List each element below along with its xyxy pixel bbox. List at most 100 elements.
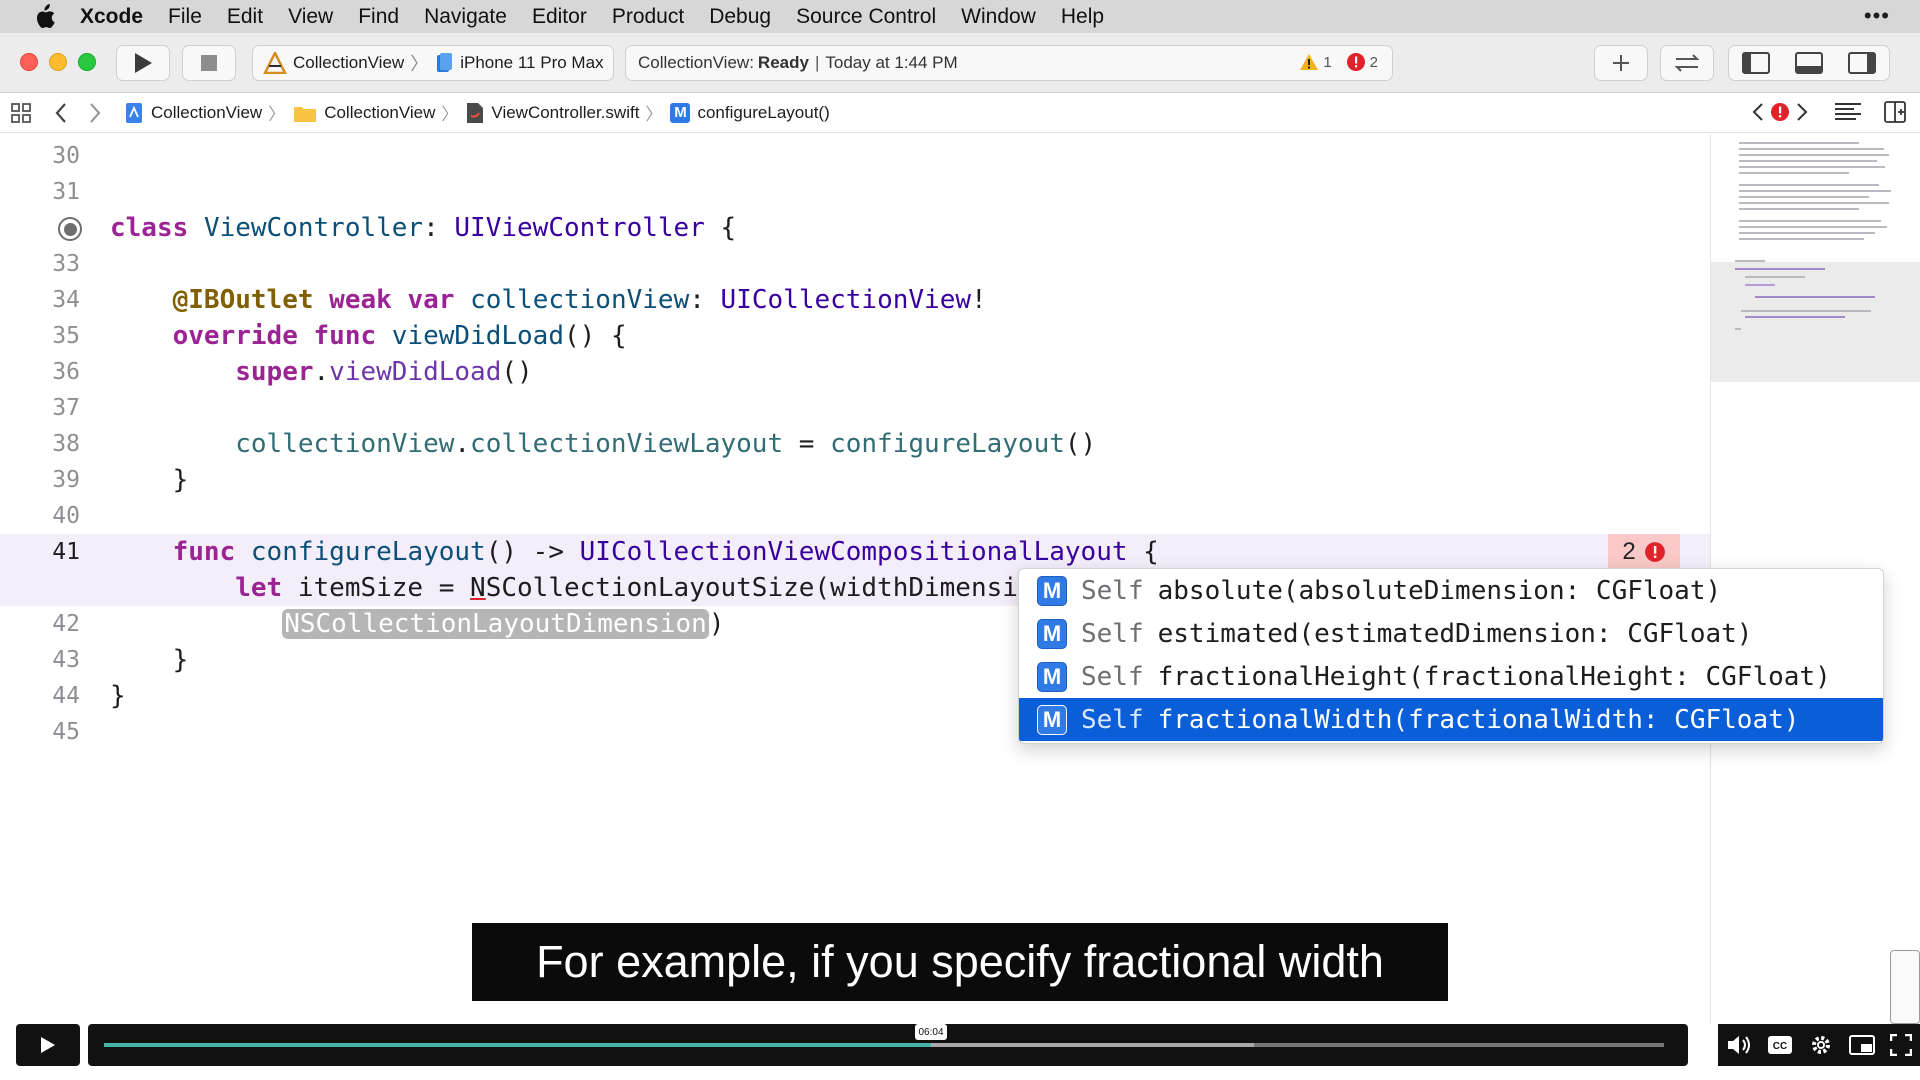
run-button[interactable] [116,45,170,81]
related-items-icon[interactable] [10,102,32,124]
activity-status: Ready [757,53,809,72]
next-issue-icon[interactable] [1796,102,1808,122]
back-chevron-icon[interactable] [54,102,68,124]
closed-captions-icon[interactable]: CC [1767,1035,1793,1055]
code-completion-popup: M Self absolute(absoluteDimension: CGFlo… [1018,568,1884,744]
menu-find[interactable]: Find [358,5,399,29]
line-number: 44 [52,683,80,709]
inline-error-count: 2 [1622,538,1636,565]
app-target-icon [263,52,287,74]
settings-gear-icon[interactable] [1809,1033,1833,1057]
zoom-window-button[interactable] [78,53,96,71]
menu-app-xcode[interactable]: Xcode [80,5,143,29]
minimap-viewport[interactable] [1711,262,1920,382]
fullscreen-icon[interactable] [1890,1034,1913,1056]
panel-toggles [1728,45,1890,81]
line-number: 45 [52,719,80,745]
chevron-right-icon: 〉 [410,54,429,74]
menu-navigate[interactable]: Navigate [424,5,507,29]
stop-button[interactable] [182,45,236,81]
video-caption: For example, if you specify fractional w… [472,923,1448,1001]
menu-debug[interactable]: Debug [709,5,771,29]
completion-return-type: Self [1081,618,1144,649]
line-number: 41 [52,539,80,565]
completion-item[interactable]: M Self fractionalHeight(fractionalHeight… [1019,655,1883,698]
editor-options-icon[interactable] [1834,102,1862,122]
error-count: 2 [1369,53,1378,71]
stop-icon [201,55,217,71]
iphone-device-icon [437,53,453,72]
line-number: 37 [52,395,80,421]
completion-item[interactable]: M Self estimated(estimatedDimension: CGF… [1019,612,1883,655]
completion-item[interactable]: M Self absolute(absoluteDimension: CGFlo… [1019,569,1883,612]
outlet-connection-icon[interactable] [58,217,82,241]
issue-counts[interactable]: 1 2 [1299,52,1378,72]
play-button[interactable] [16,1024,80,1066]
completion-signature: absolute(absoluteDimension: CGFloat) [1157,575,1722,606]
menu-help[interactable]: Help [1061,5,1104,29]
video-scrubber[interactable]: 06:04 [88,1024,1688,1066]
forward-chevron-icon[interactable] [88,102,102,124]
completion-signature: fractionalHeight(fractionalHeight: CGFlo… [1157,661,1831,692]
apple-logo-icon[interactable] [30,3,58,31]
method-icon: M [1037,618,1067,649]
play-icon [41,1037,55,1053]
error-icon[interactable] [1770,102,1790,122]
menu-product[interactable]: Product [612,5,684,29]
navigator-toggle-icon[interactable] [1741,52,1770,74]
method-icon: M [1037,704,1067,735]
line-number: 35 [52,323,80,349]
method-icon: M [1037,661,1067,692]
device-name: iPhone 11 Pro Max [460,53,604,72]
breadcrumb-file[interactable]: ViewController.swift [466,102,639,124]
menu-extras-icon[interactable]: ••• [1864,3,1890,29]
completion-item-selected[interactable]: M Self fractionalWidth(fractionalWidth: … [1019,698,1883,741]
breadcrumb-folder[interactable]: CollectionView [293,103,435,123]
line-number: 31 [52,179,80,205]
breadcrumb-file-label: ViewController.swift [491,102,640,122]
breadcrumb-project-label: CollectionView [151,102,263,122]
line-number: 40 [52,503,80,529]
activity-divider: | [814,53,820,72]
picture-in-picture-icon[interactable] [1848,1035,1875,1055]
folder-icon [294,106,317,122]
line-number: 36 [52,359,80,385]
menu-window[interactable]: Window [961,5,1036,29]
line-number: 43 [52,647,80,673]
completion-return-type: Self [1081,704,1144,735]
error-icon [1644,542,1665,562]
close-window-button[interactable] [20,53,38,71]
library-button[interactable] [1594,45,1648,81]
player-right-controls: CC [1718,1024,1920,1066]
inline-error-badge[interactable]: 2 [1608,534,1680,570]
chevron-right-icon: 〉 [441,105,459,124]
debug-area-toggle-icon[interactable] [1794,52,1823,74]
inspector-toggle-icon[interactable] [1848,52,1877,74]
minimize-window-button[interactable] [49,53,67,71]
chevron-right-icon: 〉 [645,105,663,124]
swap-arrows-icon [1674,54,1700,72]
volume-icon[interactable] [1726,1034,1752,1056]
completion-return-type: Self [1081,661,1144,692]
scrubber-progress [104,1043,931,1047]
error-icon [1346,53,1365,71]
toolbar: CollectionView 〉 iPhone 11 Pro Max Colle… [0,33,1920,93]
breadcrumb-project[interactable]: CollectionView [124,102,262,124]
warning-icon [1300,54,1319,70]
activity-timestamp: Today at 1:44 PM [825,53,958,72]
scheme-selector[interactable]: CollectionView 〉 iPhone 11 Pro Max [252,45,614,81]
menu-file[interactable]: File [168,5,202,29]
menu-editor[interactable]: Editor [532,5,587,29]
menu-source-control[interactable]: Source Control [796,5,936,29]
menu-view[interactable]: View [288,5,333,29]
code-review-button[interactable] [1660,45,1714,81]
add-editor-icon[interactable] [1884,101,1906,123]
xcode-project-icon [126,102,142,123]
line-number: 30 [52,143,80,169]
previous-issue-icon[interactable] [1752,102,1764,122]
breadcrumb-symbol[interactable]: M configureLayout() [670,102,830,123]
completion-signature: estimated(estimatedDimension: CGFloat) [1157,618,1753,649]
jump-bar-right-controls [1752,101,1906,123]
scrubber-timestamp[interactable]: 06:04 [915,1024,947,1040]
menu-edit[interactable]: Edit [227,5,263,29]
